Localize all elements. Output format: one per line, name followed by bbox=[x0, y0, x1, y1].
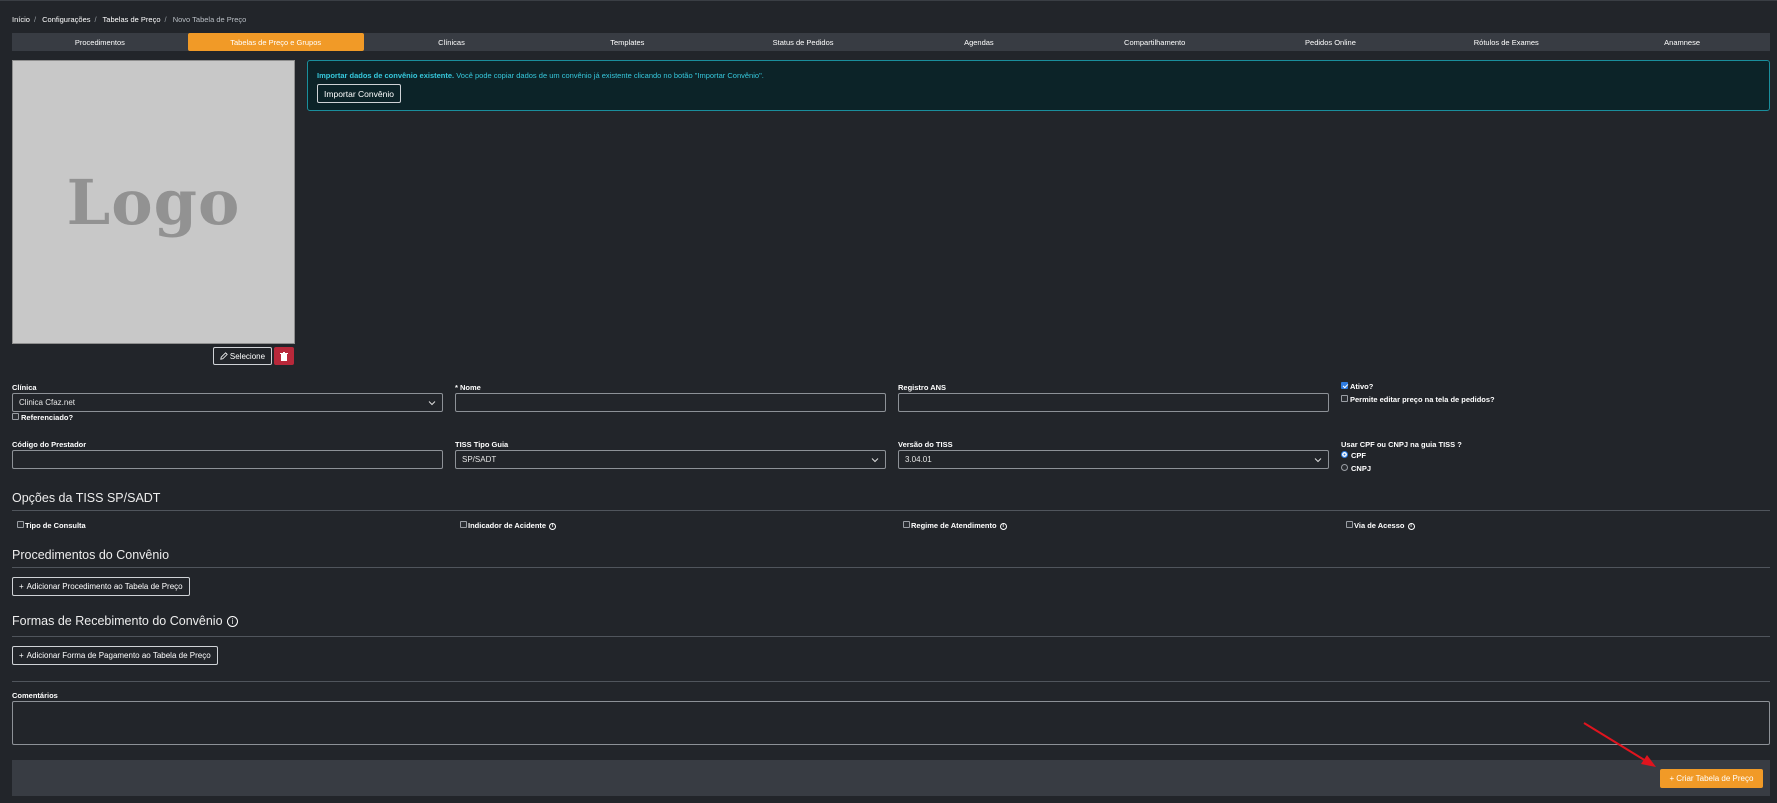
info-icon[interactable]: i bbox=[227, 616, 239, 628]
cnpj-label: CNPJ bbox=[1351, 464, 1372, 473]
import-alert-bold: Importar dados de convênio existente. bbox=[317, 71, 455, 80]
registro-ans-input[interactable] bbox=[898, 393, 1329, 412]
via-acesso-text: Via de Acesso bbox=[1354, 521, 1405, 530]
tab-tabelas-de-preco[interactable]: Tabelas de Preço e Grupos bbox=[187, 33, 364, 51]
breadcrumb-separator: / bbox=[164, 15, 167, 24]
create-price-table-label: Criar Tabela de Preço bbox=[1676, 774, 1754, 783]
add-forma-pagamento-label: Adicionar Forma de Pagamento ao Tabela d… bbox=[26, 651, 211, 660]
breadcrumb-separator: / bbox=[94, 15, 97, 24]
procedimentos-title: Procedimentos do Convênio bbox=[12, 548, 170, 562]
tab-rotulos-de-exames[interactable]: Rótulos de Exames bbox=[1418, 33, 1594, 51]
logo-placeholder-text: Logo bbox=[66, 165, 241, 239]
info-icon[interactable]: i bbox=[549, 522, 557, 530]
nome-label: * Nome bbox=[455, 383, 481, 392]
form-footer bbox=[12, 760, 1770, 796]
tab-pedidos-online[interactable]: Pedidos Online bbox=[1243, 33, 1419, 51]
clinica-select[interactable]: Clinica Cfaz.net bbox=[12, 393, 443, 412]
cpf-radio[interactable] bbox=[1341, 451, 1348, 458]
formas-title-text: Formas de Recebimento do Convênio bbox=[12, 614, 223, 628]
tiss-tipo-guia-select[interactable]: SP/SADT bbox=[455, 450, 886, 469]
section-divider bbox=[12, 636, 1770, 637]
import-alert-body: Você pode copiar dados de um convênio já… bbox=[454, 71, 764, 80]
top-divider bbox=[0, 0, 1777, 1]
clinica-label: Clínica bbox=[12, 383, 37, 392]
clinica-value: Clinica Cfaz.net bbox=[19, 398, 76, 407]
annotation-arrow-icon bbox=[1583, 722, 1656, 767]
breadcrumb-current: Novo Tabela de Preço bbox=[172, 15, 247, 24]
breadcrumb-home[interactable]: Início bbox=[12, 15, 30, 24]
codigo-prestador-input[interactable] bbox=[12, 450, 443, 469]
permite-editar-label: Permite editar preço na tela de pedidos? bbox=[1350, 395, 1495, 404]
select-logo-label: Selecione bbox=[229, 351, 266, 361]
tab-compartilhamento[interactable]: Compartilhamento bbox=[1067, 33, 1243, 51]
tiss-options-title: Opções da TISS SP/SADT bbox=[12, 491, 161, 505]
plus-icon: + bbox=[19, 651, 24, 660]
breadcrumb-price-tables[interactable]: Tabelas de Preço bbox=[103, 15, 161, 24]
cnpj-radio[interactable] bbox=[1341, 464, 1348, 471]
tab-status-de-pedidos[interactable]: Status de Pedidos bbox=[715, 33, 891, 51]
chevron-down-icon bbox=[1314, 458, 1322, 463]
indicador-acidente-text: Indicador de Acidente bbox=[468, 521, 547, 530]
pencil-icon bbox=[220, 352, 228, 360]
comentarios-textarea[interactable] bbox=[12, 701, 1770, 745]
settings-tabs: Procedimentos Tabelas de Preço e Grupos … bbox=[12, 33, 1770, 51]
logo-placeholder: Logo bbox=[12, 60, 295, 344]
section-divider bbox=[12, 681, 1770, 682]
breadcrumb-separator: / bbox=[33, 15, 37, 24]
delete-logo-button[interactable] bbox=[274, 347, 294, 365]
regime-atendimento-checkbox[interactable] bbox=[903, 521, 910, 528]
chevron-down-icon bbox=[428, 401, 436, 406]
cpf-label: CPF bbox=[1351, 451, 1366, 460]
usar-cpf-cnpj-label: Usar CPF ou CNPJ na guia TISS ? bbox=[1341, 440, 1462, 449]
trash-icon bbox=[280, 351, 288, 361]
versao-tiss-value: 3.04.01 bbox=[905, 455, 932, 464]
add-forma-pagamento-button[interactable]: + Adicionar Forma de Pagamento ao Tabela… bbox=[12, 646, 218, 665]
indicador-acidente-checkbox[interactable] bbox=[460, 521, 467, 528]
import-alert-text: Importar dados de convênio existente. Vo… bbox=[317, 71, 764, 80]
import-alert: Importar dados de convênio existente. Vo… bbox=[307, 60, 1770, 111]
tiss-tipo-guia-label: TISS Tipo Guia bbox=[455, 440, 509, 449]
breadcrumb: Início / Configurações / Tabelas de Preço /… bbox=[12, 15, 250, 24]
tab-clinicas[interactable]: Clínicas bbox=[364, 33, 540, 51]
formas-title: Formas de Recebimento do Convênio i bbox=[12, 614, 239, 628]
plus-icon: + bbox=[1669, 774, 1675, 783]
tab-templates[interactable]: Templates bbox=[539, 33, 715, 51]
referenciado-checkbox[interactable] bbox=[12, 413, 19, 420]
breadcrumb-settings[interactable]: Configurações bbox=[42, 15, 90, 24]
nome-input[interactable] bbox=[455, 393, 886, 412]
tipo-consulta-checkbox[interactable] bbox=[17, 521, 24, 528]
required-marker: * bbox=[455, 383, 458, 392]
select-logo-button[interactable]: Selecione bbox=[213, 347, 272, 365]
tiss-tipo-guia-value: SP/SADT bbox=[462, 455, 497, 464]
via-acesso-label: Via de Acesso i bbox=[1354, 521, 1415, 530]
ativo-label: Ativo? bbox=[1350, 382, 1374, 391]
codigo-prestador-label: Código do Prestador bbox=[12, 440, 87, 449]
nome-label-text: Nome bbox=[460, 383, 481, 392]
create-price-table-button[interactable]: + Criar Tabela de Preço bbox=[1660, 769, 1763, 788]
regime-atendimento-text: Regime de Atendimento bbox=[911, 521, 997, 530]
add-procedimento-label: Adicionar Procedimento ao Tabela de Preç… bbox=[26, 582, 183, 591]
referenciado-label: Referenciado? bbox=[21, 413, 74, 422]
permite-editar-checkbox[interactable] bbox=[1341, 395, 1348, 402]
tab-agendas[interactable]: Agendas bbox=[891, 33, 1067, 51]
registro-ans-label: Registro ANS bbox=[898, 383, 947, 392]
via-acesso-checkbox[interactable] bbox=[1346, 521, 1353, 528]
tab-anamnese[interactable]: Anamnese bbox=[1594, 33, 1770, 51]
comentarios-label: Comentários bbox=[12, 691, 58, 700]
regime-atendimento-label: Regime de Atendimento i bbox=[911, 521, 1007, 530]
import-convenio-button[interactable]: Importar Convênio bbox=[317, 84, 401, 103]
tipo-consulta-label: Tipo de Consulta bbox=[25, 521, 86, 530]
chevron-down-icon bbox=[871, 458, 879, 463]
versao-tiss-select[interactable]: 3.04.01 bbox=[898, 450, 1329, 469]
info-icon[interactable]: i bbox=[1407, 522, 1415, 530]
tab-procedimentos[interactable]: Procedimentos bbox=[12, 33, 188, 51]
plus-icon: + bbox=[19, 582, 24, 591]
add-procedimento-button[interactable]: + Adicionar Procedimento ao Tabela de Pr… bbox=[12, 577, 190, 596]
section-divider bbox=[12, 567, 1770, 568]
info-icon[interactable]: i bbox=[999, 522, 1007, 530]
section-divider bbox=[12, 510, 1770, 511]
indicador-acidente-label: Indicador de Acidente i bbox=[468, 521, 557, 530]
ativo-checkbox[interactable] bbox=[1341, 382, 1348, 389]
versao-tiss-label: Versão do TISS bbox=[898, 440, 953, 449]
